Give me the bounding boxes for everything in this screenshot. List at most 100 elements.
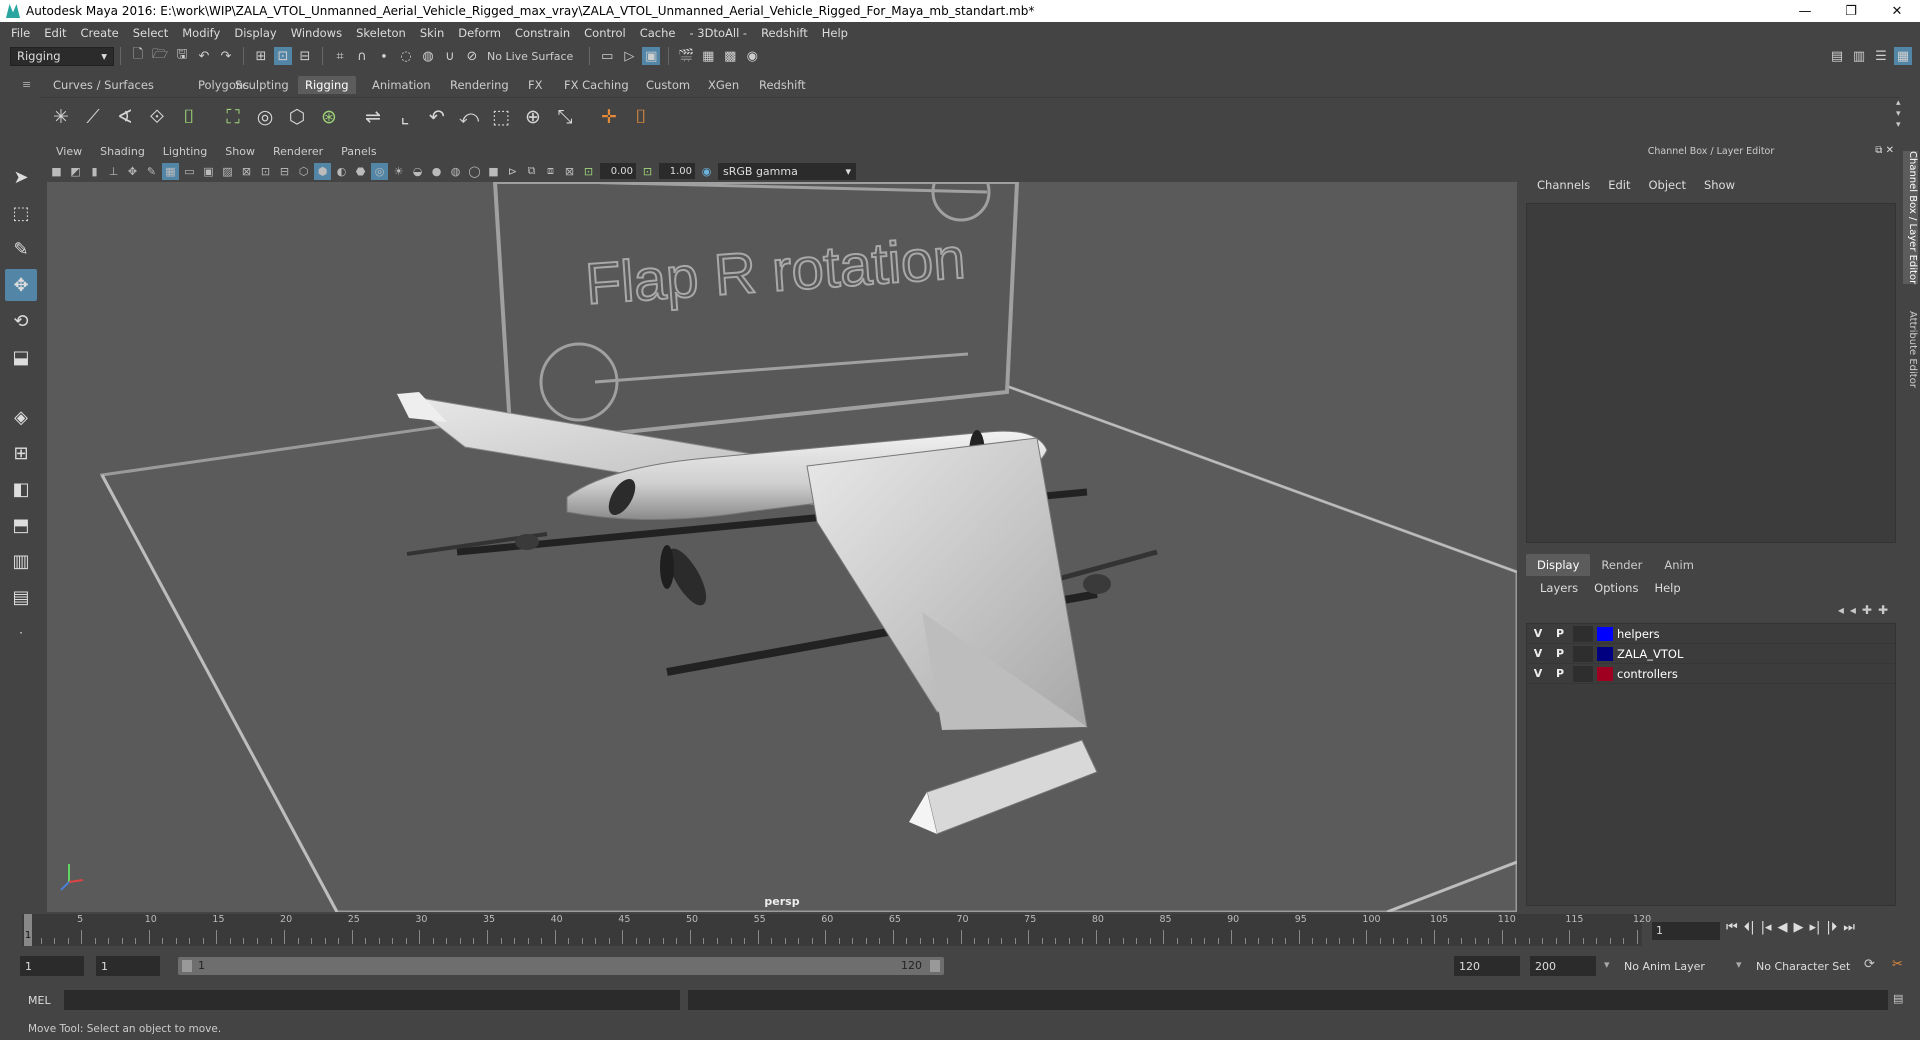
channel-box-icon[interactable]: ▦ [1894,47,1912,65]
select-object-icon[interactable]: ⊡ [274,47,292,65]
isolate-select-icon[interactable]: ⊳ [504,163,521,180]
side-tab-channel-box[interactable]: Channel Box / Layer Editor [1903,151,1918,285]
gamma-field[interactable]: 1.00 [659,163,695,179]
cluster-icon[interactable]: ⊛ [315,102,343,132]
side-by-side-layout-icon[interactable]: ◧ [5,473,37,505]
color-management-icon[interactable]: ◉ [698,163,715,180]
current-frame-field[interactable]: 1 [1652,922,1720,940]
time-slider[interactable]: 1 5 10 15 20 25 30 35 40 45 50 55 60 65 70 75 80 85 90 95 1… [22,914,1651,946]
outliner-layout-icon[interactable]: ▤ [5,581,37,613]
tab-rigging[interactable]: Rigging [298,76,356,94]
ik-handle-icon[interactable]: ⟋ [79,102,107,132]
menu-help[interactable]: Help [815,26,855,40]
persp-outliner-layout-icon[interactable]: ▥ [5,545,37,577]
camera-select-icon[interactable]: ■ [48,163,65,180]
layer-playback-toggle[interactable]: P [1549,647,1571,660]
anim-layer-dropdown[interactable]: No Anim Layer [1624,956,1744,976]
point-constraint-icon[interactable]: ↶ [423,102,451,132]
paint-weights-icon[interactable]: ⇌ [359,102,387,132]
move-tool-icon[interactable]: ✥ [5,269,37,301]
tab-xgen[interactable]: XGen [708,76,739,94]
depth-of-field-icon[interactable]: ■ [485,163,502,180]
chevron-down-icon[interactable]: ▾ [1604,958,1610,971]
lasso-tool-icon[interactable]: ⬚ [5,197,37,229]
live-surface-label[interactable]: No Live Surface [487,50,573,63]
layer-name[interactable]: controllers [1617,667,1678,681]
pole-vector-icon[interactable]: ⤡ [551,102,579,132]
grid-toggle-icon[interactable]: ▦ [162,162,179,180]
menu-constrain[interactable]: Constrain [508,26,577,40]
redo-icon[interactable]: ↷ [217,47,235,65]
maximize-button[interactable]: ❐ [1828,0,1874,22]
parent-constraint-icon[interactable]: ⌞ [391,102,419,132]
gate-mask-icon[interactable]: ▨ [219,163,236,180]
tab-render[interactable]: Render [1590,554,1653,576]
outliner-toggle-icon[interactable]: ▤ [1828,47,1846,65]
menuset-dropdown[interactable]: Rigging ▾ [10,46,114,66]
ik-spline-icon[interactable]: ∢ [111,102,139,132]
default-material-icon[interactable]: ◐ [333,163,350,180]
live-surface-icon[interactable]: ⊘ [463,47,481,65]
xray-icon[interactable]: ◎ [371,162,388,180]
vp-menu-lighting[interactable]: Lighting [154,145,216,158]
safe-action-icon[interactable]: ⊡ [257,163,274,180]
layer-color-swatch[interactable] [1597,646,1613,661]
menu-edit[interactable]: Edit [37,26,73,40]
tab-curves-surfaces[interactable]: Curves / Surfaces [53,76,154,94]
undo-icon[interactable]: ↶ [195,47,213,65]
open-scene-icon[interactable]: 🗁 [151,47,169,65]
ipr-render-icon[interactable]: ▣ [642,47,661,65]
safe-title-icon[interactable]: ⊟ [276,163,293,180]
preferences-icon[interactable]: ✂ [1892,957,1903,972]
smooth-shade-icon[interactable]: ⬢ [314,162,331,180]
tab-anim[interactable]: Anim [1653,554,1705,576]
resolution-gate-icon[interactable]: ▣ [200,163,217,180]
shadows-icon[interactable]: ◒ [409,163,426,180]
vp-menu-renderer[interactable]: Renderer [264,145,332,158]
scale-constraint-icon[interactable]: ⬚ [487,102,515,132]
menu-channels[interactable]: Channels [1528,178,1599,192]
go-to-end-icon[interactable]: ⏭ [1843,920,1855,935]
scene-end-field[interactable]: 200 [1530,956,1596,976]
tab-redshift[interactable]: Redshift [759,76,806,94]
vp-menu-view[interactable]: View [47,145,91,158]
menu-skeleton[interactable]: Skeleton [349,26,413,40]
scene-start-field[interactable]: 1 [20,956,84,976]
xray-joints-icon[interactable]: ⧉ [523,163,540,180]
image-plane-icon[interactable]: ⊥ [105,163,122,180]
attribute-editor-icon[interactable]: ☰ [1872,47,1890,65]
vp-menu-shading[interactable]: Shading [91,145,154,158]
joint-tool-icon[interactable]: ✳ [47,102,75,132]
range-slider[interactable]: 1 120 [178,957,944,975]
color-space-dropdown[interactable]: sRGB gamma ▾ [718,162,856,180]
snap-grid-icon[interactable]: ⌗ [331,47,349,65]
anti-aliasing-icon[interactable]: ◯ [466,163,483,180]
tab-fx-caching[interactable]: FX Caching [564,76,629,94]
shelf-scroll-arrows-icon[interactable]: ▴ ▾ ▾ [1896,98,1901,131]
snap-view-icon[interactable]: ◌ [397,47,415,65]
scale-tool-icon[interactable]: ⬓ [5,341,37,373]
lattice-icon[interactable]: ⬡ [283,102,311,132]
menu-create[interactable]: Create [74,26,126,40]
ambient-occlusion-icon[interactable]: ● [428,163,445,180]
minimize-button[interactable]: — [1782,0,1828,22]
range-start-handle[interactable] [182,960,192,972]
construction-history-icon[interactable]: ▭ [598,47,616,65]
mirror-joint-icon[interactable]: ⟐ [143,102,171,132]
aim-constraint-icon[interactable]: ⊕ [519,102,547,132]
two-d-pan-icon[interactable]: ✥ [124,163,141,180]
rotate-tool-icon[interactable]: ⟲ [5,305,37,337]
mel-input[interactable] [64,990,680,1010]
menu-3dtoall[interactable]: - 3DtoAll - [682,26,754,40]
grease-pencil-icon[interactable]: ✎ [143,163,160,180]
hypershade-icon[interactable]: ▩ [721,47,739,65]
move-layer-down-icon[interactable]: ◂ [1850,603,1856,617]
snap-curve-icon[interactable]: ∩ [353,47,371,65]
paint-select-icon[interactable]: ✎ [5,233,37,265]
wireframe-on-shaded-icon[interactable]: ⬣ [352,163,369,180]
locator-icon[interactable]: ✛ [595,102,623,132]
perspective-viewport[interactable]: Flap R rotation persp [47,182,1517,912]
character-set-dropdown[interactable]: No Character Set [1756,956,1860,976]
auto-key-icon[interactable]: ⟳ [1864,957,1875,972]
new-layer-selected-icon[interactable]: ✚ [1878,603,1888,617]
